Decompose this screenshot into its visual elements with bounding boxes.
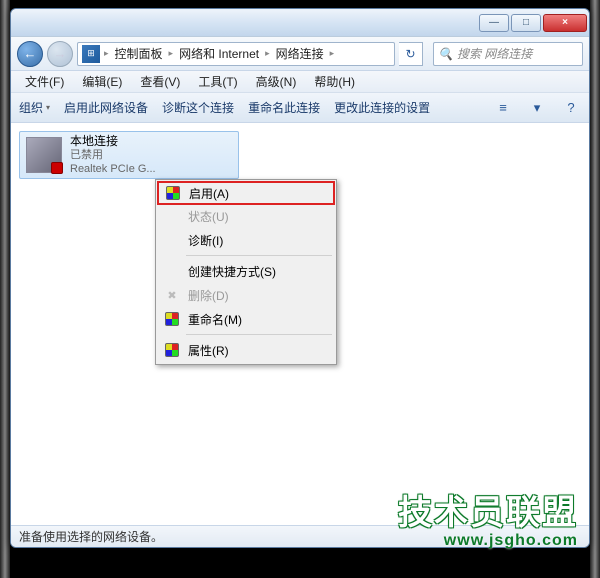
- connection-status: 已禁用: [70, 148, 232, 162]
- change-settings-button[interactable]: 更改此连接的设置: [334, 99, 430, 116]
- search-input[interactable]: 🔍 搜索 网络连接: [433, 42, 583, 66]
- refresh-button[interactable]: ↻: [399, 42, 423, 66]
- menubar: 文件(F) 编辑(E) 查看(V) 工具(T) 高级(N) 帮助(H): [11, 71, 589, 93]
- view-mode-button[interactable]: ≡: [493, 98, 513, 118]
- search-icon: 🔍: [438, 47, 453, 61]
- delete-icon: ✖: [164, 287, 180, 303]
- context-create-shortcut[interactable]: 创建快捷方式(S): [158, 259, 334, 283]
- location-icon: ⊞: [82, 45, 100, 63]
- context-rename[interactable]: 重命名(M): [158, 307, 334, 331]
- diagnose-button[interactable]: 诊断这个连接: [162, 99, 234, 116]
- menu-help[interactable]: 帮助(H): [306, 71, 363, 92]
- organize-button[interactable]: 组织▾: [19, 99, 50, 116]
- view-dropdown[interactable]: ▾: [527, 98, 547, 118]
- context-diagnose[interactable]: 诊断(I): [158, 228, 334, 252]
- menu-view[interactable]: 查看(V): [132, 71, 188, 92]
- status-bar: 准备使用选择的网络设备。: [11, 525, 589, 547]
- menu-edit[interactable]: 编辑(E): [74, 71, 130, 92]
- close-button[interactable]: ×: [543, 14, 587, 32]
- shield-icon: [164, 342, 180, 358]
- back-button[interactable]: ←: [17, 41, 43, 67]
- help-icon[interactable]: ?: [561, 98, 581, 118]
- titlebar: — □ ×: [11, 9, 589, 37]
- chevron-down-icon: ▾: [46, 103, 50, 112]
- status-text: 准备使用选择的网络设备。: [19, 528, 163, 545]
- breadcrumb[interactable]: ⊞ ▸ 控制面板 ▸ 网络和 Internet ▸ 网络连接 ▸: [77, 42, 395, 66]
- breadcrumb-network-connections[interactable]: 网络连接: [270, 43, 330, 65]
- toolbar: 组织▾ 启用此网络设备 诊断这个连接 重命名此连接 更改此连接的设置 ≡ ▾ ?: [11, 93, 589, 123]
- shield-icon: [164, 311, 180, 327]
- context-enable[interactable]: 启用(A): [157, 181, 335, 205]
- content-area[interactable]: 本地连接 已禁用 Realtek PCIe G... 启用(A) 状态(U) 诊…: [11, 123, 589, 525]
- connection-text: 本地连接 已禁用 Realtek PCIe G...: [70, 134, 232, 176]
- connection-device: Realtek PCIe G...: [70, 162, 232, 176]
- context-properties[interactable]: 属性(R): [158, 338, 334, 362]
- context-status: 状态(U): [158, 204, 334, 228]
- minimize-button[interactable]: —: [479, 14, 509, 32]
- explorer-window: — □ × ← → ⊞ ▸ 控制面板 ▸ 网络和 Internet ▸ 网络连接…: [10, 8, 590, 548]
- menu-file[interactable]: 文件(F): [17, 71, 72, 92]
- separator: [186, 255, 332, 256]
- maximize-button[interactable]: □: [511, 14, 541, 32]
- breadcrumb-network-internet[interactable]: 网络和 Internet: [173, 43, 265, 65]
- chevron-right-icon: ▸: [330, 48, 335, 59]
- enable-device-button[interactable]: 启用此网络设备: [64, 99, 148, 116]
- rename-button[interactable]: 重命名此连接: [248, 99, 320, 116]
- connection-item[interactable]: 本地连接 已禁用 Realtek PCIe G...: [19, 131, 239, 179]
- forward-button[interactable]: →: [47, 41, 73, 67]
- menu-advanced[interactable]: 高级(N): [248, 71, 305, 92]
- network-adapter-icon: [26, 137, 62, 173]
- shield-icon: [165, 185, 181, 201]
- breadcrumb-control-panel[interactable]: 控制面板: [109, 43, 169, 65]
- menu-tools[interactable]: 工具(T): [190, 71, 245, 92]
- context-menu: 启用(A) 状态(U) 诊断(I) 创建快捷方式(S) ✖ 删除(D) 重命名(…: [155, 179, 337, 365]
- search-placeholder: 搜索 网络连接: [457, 45, 532, 62]
- connection-name: 本地连接: [70, 134, 232, 148]
- navigation-bar: ← → ⊞ ▸ 控制面板 ▸ 网络和 Internet ▸ 网络连接 ▸ ↻ 🔍…: [11, 37, 589, 71]
- separator: [186, 334, 332, 335]
- context-delete: ✖ 删除(D): [158, 283, 334, 307]
